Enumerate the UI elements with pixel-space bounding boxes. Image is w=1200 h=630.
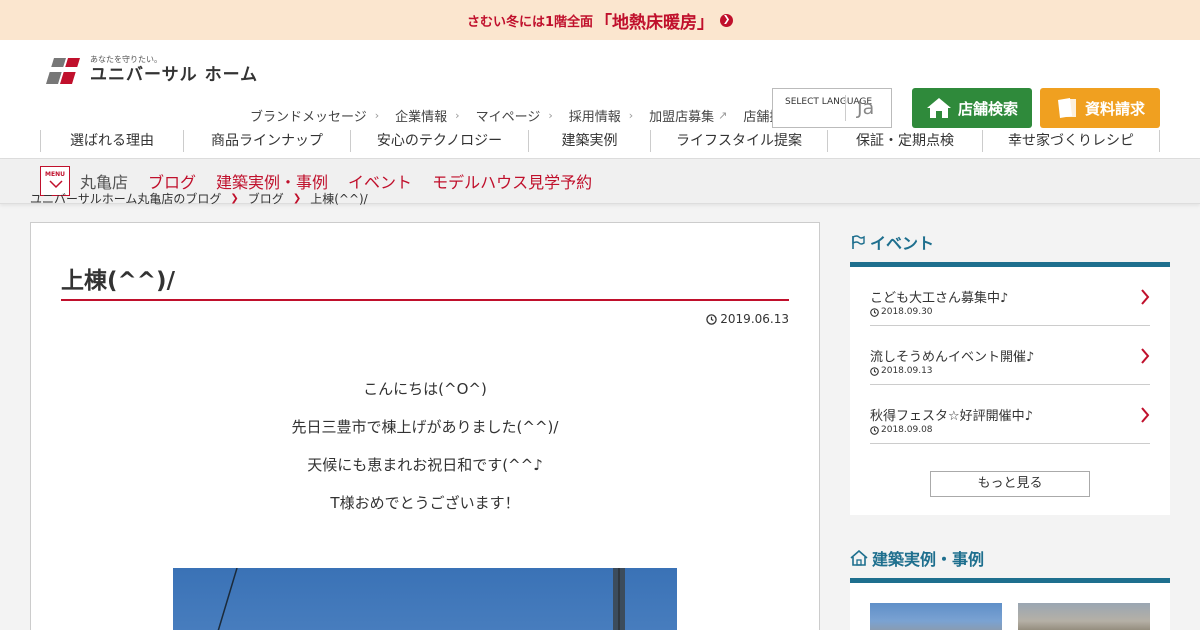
banner-highlight: 「地熱床暖房」 [595, 12, 715, 33]
sub-nav-model-house[interactable]: モデルハウス見学予約 [432, 169, 592, 193]
events-heading: イベント [850, 222, 1170, 262]
document-icon [1057, 98, 1076, 118]
arrow-circle-icon: ❯ [720, 13, 734, 27]
article-body: こんにちは(^O^) 先日三豊市で棟上げがありました(^^)/ 天候にも恵まれお… [61, 377, 789, 529]
event-list: こども大工さん募集中♪ 2018.09.30 流しそうめんイベント開催♪ 201… [850, 267, 1170, 515]
util-nav-franchise[interactable]: 加盟店募集 ↗ [649, 106, 727, 125]
article-date: 2019.06.13 [706, 312, 789, 326]
article-paragraph: 先日三豊市で棟上げがありました(^^)/ [291, 418, 559, 436]
blog-article: 上棟(^^)/ 2019.06.13 こんにちは(^O^) 先日三豊市で棟上げが… [30, 222, 820, 630]
clock-icon [870, 425, 879, 435]
cases-heading-text: 建築実例・事例 [872, 550, 985, 569]
nav-item-technology[interactable]: 安心のテクノロジー [350, 130, 528, 152]
nav-item-cases[interactable]: 建築実例 [528, 130, 650, 152]
case-thumbnails [850, 583, 1170, 630]
event-item[interactable]: こども大工さん募集中♪ 2018.09.30 [870, 267, 1150, 326]
event-item[interactable]: 秋得フェスタ☆好評開催中♪ 2018.09.08 [870, 385, 1150, 444]
article-title: 上棟(^^)/ [61, 268, 175, 294]
event-date-text: 2018.09.30 [881, 307, 933, 317]
site-header: あなたを守りたい。 ユニバーサル ホーム ブランドメッセージ › 企業情報 › … [0, 40, 1200, 130]
chevron-right-icon [1141, 348, 1150, 364]
chevron-right-icon: › [374, 109, 380, 122]
cases-section: 建築実例・事例 [850, 538, 1170, 630]
main-nav: 選ばれる理由 商品ラインナップ 安心のテクノロジー 建築実例 ライフスタイル提案… [0, 130, 1200, 158]
nav-item-recipe[interactable]: 幸せ家づくりレシピ [982, 130, 1160, 152]
flag-icon [852, 235, 865, 249]
store-search-button[interactable]: 店舗検索 [912, 88, 1032, 128]
nav-item-lifestyle[interactable]: ライフスタイル提案 [650, 130, 827, 152]
chevron-right-icon: › [455, 109, 460, 122]
article-photo [173, 568, 677, 630]
logo-name: ユニバーサル ホーム [90, 65, 259, 85]
util-nav-recruit[interactable]: 採用情報 › [569, 106, 633, 125]
event-date-text: 2018.09.13 [881, 366, 933, 376]
crane-photo-image [217, 568, 625, 630]
util-nav-label: マイページ [475, 110, 541, 125]
select-divider [845, 95, 846, 121]
event-date: 2018.09.30 [870, 307, 1150, 317]
utility-nav: ブランドメッセージ › 企業情報 › マイページ › 採用情報 › 加盟店募集 … [250, 106, 851, 125]
util-nav-brand-message[interactable]: ブランドメッセージ › [250, 106, 379, 125]
more-events-button[interactable]: もっと見る [930, 471, 1090, 497]
house-icon [926, 98, 951, 118]
util-nav-label: 加盟店募集 [649, 110, 715, 125]
banner-text: さむい冬には1階全面 [466, 14, 594, 30]
util-nav-label: ブランドメッセージ [250, 110, 367, 125]
chevron-right-icon: ❯ [292, 193, 302, 204]
util-nav-label: 採用情報 [568, 110, 621, 125]
event-item[interactable]: 流しそうめんイベント開催♪ 2018.09.13 [870, 326, 1150, 385]
util-nav-company[interactable]: 企業情報 › [395, 106, 459, 125]
event-title: 秋得フェスタ☆好評開催中♪ [870, 409, 1033, 424]
language-select[interactable]: SELECT LANGUAGE Ja [772, 88, 892, 128]
request-docs-label: 資料請求 [1084, 99, 1145, 118]
request-docs-button[interactable]: 資料請求 [1040, 88, 1160, 128]
clock-icon [870, 366, 879, 376]
event-date: 2018.09.13 [870, 366, 1150, 376]
external-link-icon: ↗ [718, 109, 728, 122]
site-logo[interactable]: あなたを守りたい。 ユニバーサル ホーム [40, 54, 258, 86]
breadcrumb: ユニバーサルホーム丸亀店のブログ ❯ ブログ ❯ 上棟(^^)/ [30, 190, 368, 207]
breadcrumb-current: 上棟(^^)/ [310, 192, 368, 206]
menu-chevron-icon [49, 180, 63, 189]
chevron-right-icon: › [548, 109, 553, 122]
chevron-right-icon [1141, 289, 1150, 305]
event-date: 2018.09.08 [870, 425, 1150, 435]
home-outline-icon [850, 550, 868, 566]
util-nav-label: 企業情報 [395, 110, 448, 125]
chevron-right-icon [1141, 407, 1150, 423]
breadcrumb-item[interactable]: ユニバーサルホーム丸亀店のブログ [30, 190, 221, 207]
case-thumbnail[interactable] [1018, 603, 1150, 630]
clock-icon [870, 307, 879, 317]
language-select-value: Ja [857, 97, 875, 119]
promo-banner[interactable]: さむい冬には1階全面 「地熱床暖房」 ❯ [0, 0, 1200, 40]
menu-button-label: MENU [45, 171, 65, 178]
sidebar: イベント こども大工さん募集中♪ 2018.09.30 流しそうめんイベント開催… [850, 222, 1170, 515]
article-paragraph: T様おめでとうございます！ [330, 494, 520, 512]
event-title: こども大工さん募集中♪ [870, 291, 1009, 306]
chevron-right-icon: › [628, 109, 634, 122]
article-date-text: 2019.06.13 [720, 312, 789, 326]
nav-item-reasons[interactable]: 選ばれる理由 [40, 130, 183, 152]
event-title: 流しそうめんイベント開催♪ [870, 350, 1035, 365]
article-paragraph: 天候にも恵まれお祝日和です(^^♪ [307, 456, 543, 474]
breadcrumb-item[interactable]: ブログ [248, 190, 284, 207]
util-nav-mypage[interactable]: マイページ › [476, 106, 553, 125]
cases-heading: 建築実例・事例 [850, 538, 1170, 578]
article-paragraph: こんにちは(^O^) [363, 380, 487, 398]
events-heading-text: イベント [870, 234, 935, 253]
store-search-label: 店舗検索 [957, 99, 1018, 118]
logo-tagline: あなたを守りたい。 [90, 55, 162, 64]
nav-item-lineup[interactable]: 商品ラインナップ [183, 130, 350, 152]
case-thumbnail[interactable] [870, 603, 1002, 630]
chevron-right-icon: ❯ [230, 193, 239, 204]
event-date-text: 2018.09.08 [881, 425, 933, 435]
title-underline [61, 299, 789, 301]
nav-item-warranty[interactable]: 保証・定期点検 [827, 130, 982, 152]
clock-icon [706, 313, 718, 325]
logo-mark-icon [40, 54, 84, 86]
